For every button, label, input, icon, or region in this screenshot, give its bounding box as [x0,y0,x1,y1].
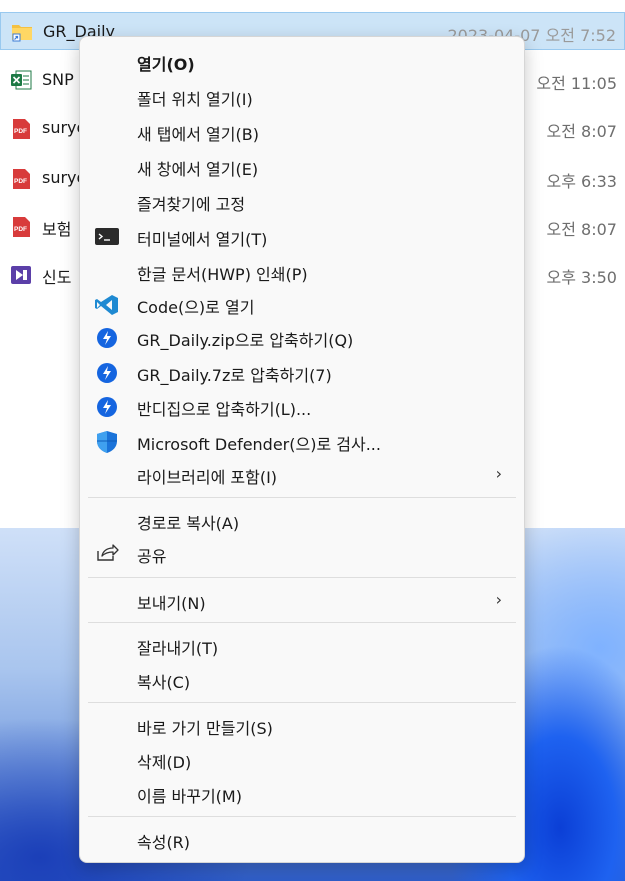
menu-include-library-label: 라이브러리에 포함(I) [137,468,278,487]
menu-copy-as-path-label: 경로로 복사(A) [137,514,240,533]
file-name: 신도 [42,268,72,287]
bandizip-icon [94,361,120,383]
menu-delete[interactable]: 삭제(D) [80,743,524,775]
menu-open-with-code-label: Code(으)로 열기 [137,298,255,317]
menu-cut-label: 잘라내기(T) [137,639,219,658]
vscode-icon [94,293,120,315]
bandizip-icon [94,395,120,417]
file-date: 오후 6:33 [546,172,617,191]
menu-properties-label: 속성(R) [137,833,191,852]
menu-create-shortcut[interactable]: 바로 가기 만들기(S) [80,709,524,741]
video-icon [10,264,32,284]
pdf-icon: PDF [10,118,32,139]
file-date: 오후 3:50 [546,268,617,287]
menu-separator [88,497,516,498]
menu-share-label: 공유 [137,547,167,566]
menu-separator [88,577,516,578]
menu-open-terminal[interactable]: 터미널에서 열기(T) [80,220,524,252]
menu-open-new-tab[interactable]: 새 탭에서 열기(B) [80,115,524,147]
menu-open-label: 열기(O) [137,55,195,74]
menu-open-terminal-label: 터미널에서 열기(T) [137,230,268,249]
menu-open-new-tab-label: 새 탭에서 열기(B) [137,125,259,144]
terminal-icon [94,225,120,247]
menu-include-library[interactable]: 라이브러리에 포함(I) › [80,458,524,490]
menu-open-with-code[interactable]: Code(으)로 열기 [80,288,524,320]
menu-compress-7z-label: GR_Daily.7z로 압축하기(7) [137,366,332,385]
svg-text:PDF: PDF [14,226,27,233]
menu-pin-favorites-label: 즐겨찾기에 고정 [137,195,246,214]
file-name: 보험 [42,220,72,239]
defender-shield-icon [94,430,120,453]
context-menu: 열기(O) 폴더 위치 열기(I) 새 탭에서 열기(B) 새 창에서 열기(E… [79,36,525,863]
excel-icon [10,70,32,90]
menu-copy-label: 복사(C) [137,673,191,692]
menu-print-hwp[interactable]: 한글 문서(HWP) 인쇄(P) [80,255,524,287]
menu-compress-zip[interactable]: GR_Daily.zip으로 압축하기(Q) [80,321,524,353]
menu-open-folder-location[interactable]: 폴더 위치 열기(I) [80,80,524,112]
menu-create-shortcut-label: 바로 가기 만들기(S) [137,719,273,738]
menu-rename[interactable]: 이름 바꾸기(M) [80,777,524,809]
menu-compress-zip-label: GR_Daily.zip으로 압축하기(Q) [137,331,354,350]
bandizip-icon [94,326,120,348]
file-date: 오전 8:07 [546,220,617,239]
menu-compress-bandizip-label: 반디집으로 압축하기(L)... [137,400,312,419]
pdf-icon: PDF [10,168,32,189]
menu-copy-as-path[interactable]: 경로로 복사(A) [80,504,524,536]
menu-cut[interactable]: 잘라내기(T) [80,629,524,661]
chevron-right-icon: › [495,464,502,483]
menu-scan-defender[interactable]: Microsoft Defender(으)로 검사... [80,425,524,457]
menu-open[interactable]: 열기(O) [80,45,524,77]
svg-text:PDF: PDF [14,178,27,185]
menu-properties[interactable]: 속성(R) [80,823,524,855]
file-date: 오전 11:05 [536,74,617,93]
menu-copy[interactable]: 복사(C) [80,663,524,695]
share-icon [94,542,120,564]
file-date: 오전 8:07 [546,122,617,141]
menu-send-to-label: 보내기(N) [137,594,206,613]
menu-compress-bandizip[interactable]: 반디집으로 압축하기(L)... [80,390,524,422]
menu-print-hwp-label: 한글 문서(HWP) 인쇄(P) [137,265,308,284]
menu-separator [88,816,516,817]
menu-scan-defender-label: Microsoft Defender(으)로 검사... [137,435,381,454]
folder-shortcut-icon [11,22,33,42]
menu-pin-favorites[interactable]: 즐겨찾기에 고정 [80,185,524,217]
menu-open-folder-location-label: 폴더 위치 열기(I) [137,90,253,109]
menu-open-new-window-label: 새 창에서 열기(E) [137,160,259,179]
menu-compress-7z[interactable]: GR_Daily.7z로 압축하기(7) [80,356,524,388]
menu-separator [88,702,516,703]
menu-share[interactable]: 공유 [80,537,524,569]
pdf-icon: PDF [10,216,32,237]
menu-open-new-window[interactable]: 새 창에서 열기(E) [80,150,524,182]
menu-delete-label: 삭제(D) [137,753,192,772]
menu-rename-label: 이름 바꾸기(M) [137,787,242,806]
chevron-right-icon: › [495,590,502,609]
menu-send-to[interactable]: 보내기(N) › [80,584,524,616]
svg-text:PDF: PDF [14,128,27,135]
menu-separator [88,622,516,623]
file-name: SNP [42,70,74,89]
